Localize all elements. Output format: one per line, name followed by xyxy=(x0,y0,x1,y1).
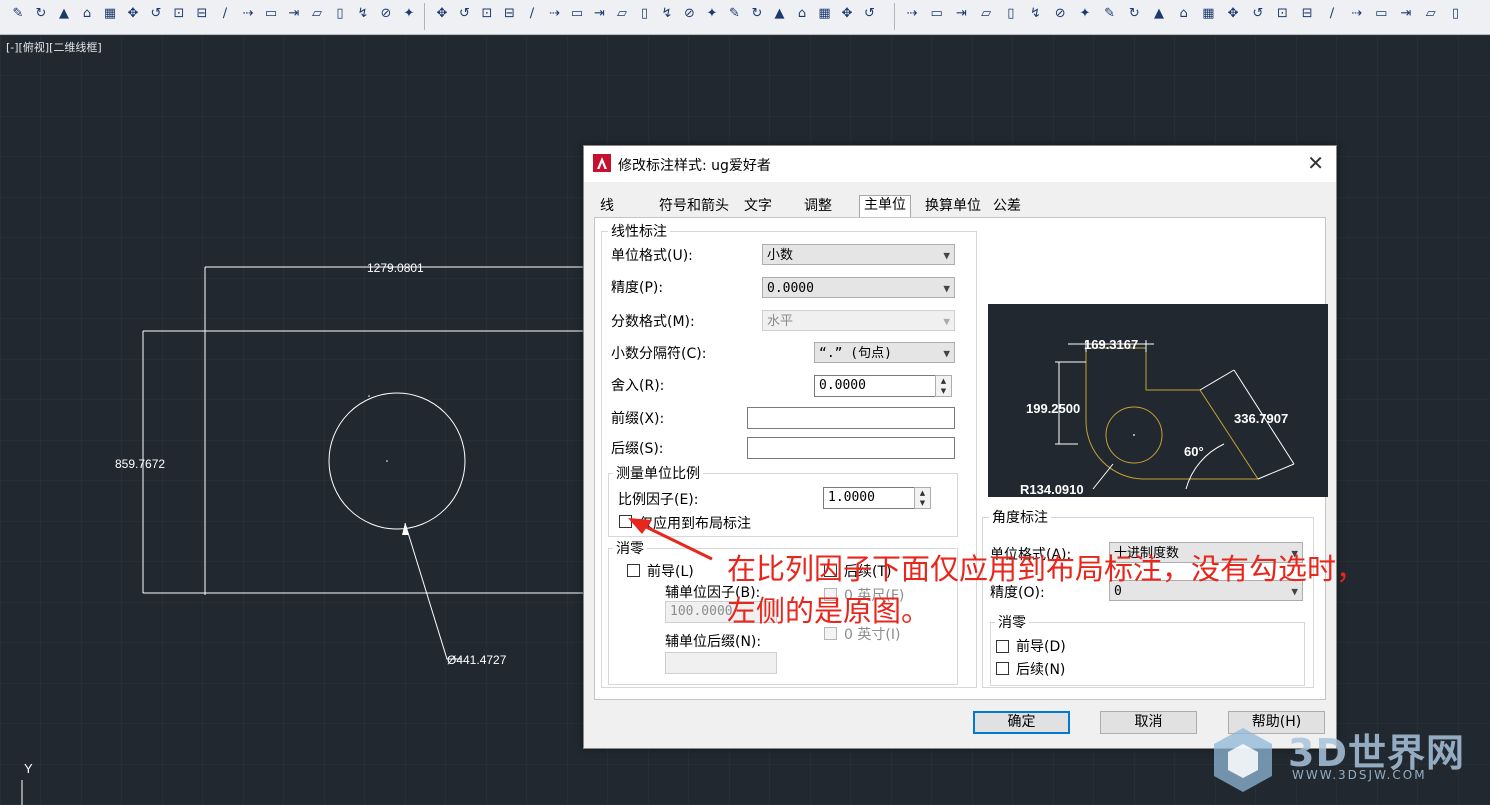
watermark: 3D世界网 WWW.3DSJW.COM xyxy=(1206,716,1490,805)
watermark-url: WWW.3DSJW.COM xyxy=(1292,768,1427,782)
annotation-arrow-svg xyxy=(628,518,713,561)
annotation-line-2: 左侧的是原图。 xyxy=(727,594,931,628)
annotation-arrow-line xyxy=(639,522,713,561)
3dsjw-logo-icon xyxy=(1214,728,1272,792)
annotation-line-1: 在比列因子下面仅应用到布局标注，没有勾选时， xyxy=(727,552,1366,586)
annotation-arrowhead xyxy=(628,518,652,534)
